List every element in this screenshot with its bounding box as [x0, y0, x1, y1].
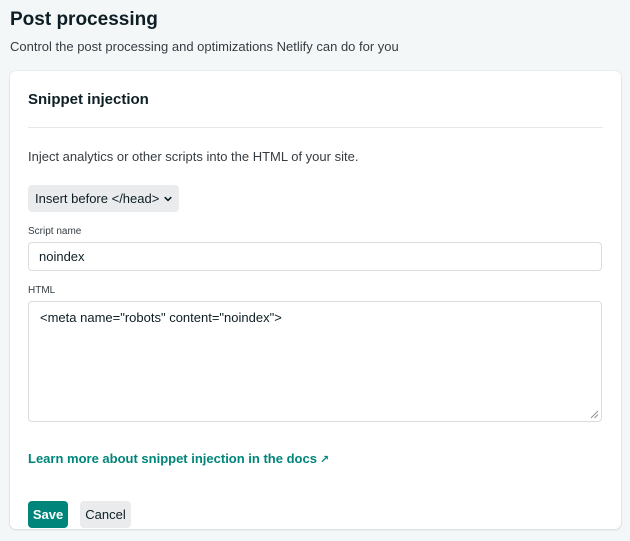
page-title: Post processing [10, 9, 158, 30]
form-actions: Save Cancel [28, 501, 603, 528]
html-label: HTML [28, 285, 56, 296]
card-description: Inject analytics or other scripts into t… [28, 149, 359, 164]
page-subtitle: Control the post processing and optimiza… [10, 39, 399, 54]
snippet-injection-card: Snippet injection Inject analytics or ot… [10, 71, 621, 529]
snippet-docs-link[interactable]: Learn more about snippet injection in th… [28, 450, 329, 469]
external-link-icon: ↗ [319, 454, 330, 466]
resize-grip-icon[interactable] [589, 409, 599, 419]
card-title: Snippet injection [28, 71, 603, 128]
chevron-down-icon [164, 196, 172, 201]
page-header: Post processing Control the post process… [10, 8, 620, 56]
insert-position-select[interactable]: Insert before </head> [28, 185, 180, 212]
cancel-button[interactable]: Cancel [80, 501, 131, 528]
save-button[interactable]: Save [28, 501, 68, 528]
html-textarea[interactable]: <meta name="robots" content="noindex"> [28, 301, 602, 422]
html-value: <meta name="robots" content="noindex"> [40, 310, 282, 325]
insert-position-value: Insert before </head> [35, 191, 160, 206]
script-name-value: noindex [39, 249, 85, 264]
script-name-input[interactable]: noindex [28, 242, 602, 271]
script-name-label: Script name [28, 226, 82, 237]
docs-link-label: Learn more about snippet injection in th… [28, 451, 317, 466]
